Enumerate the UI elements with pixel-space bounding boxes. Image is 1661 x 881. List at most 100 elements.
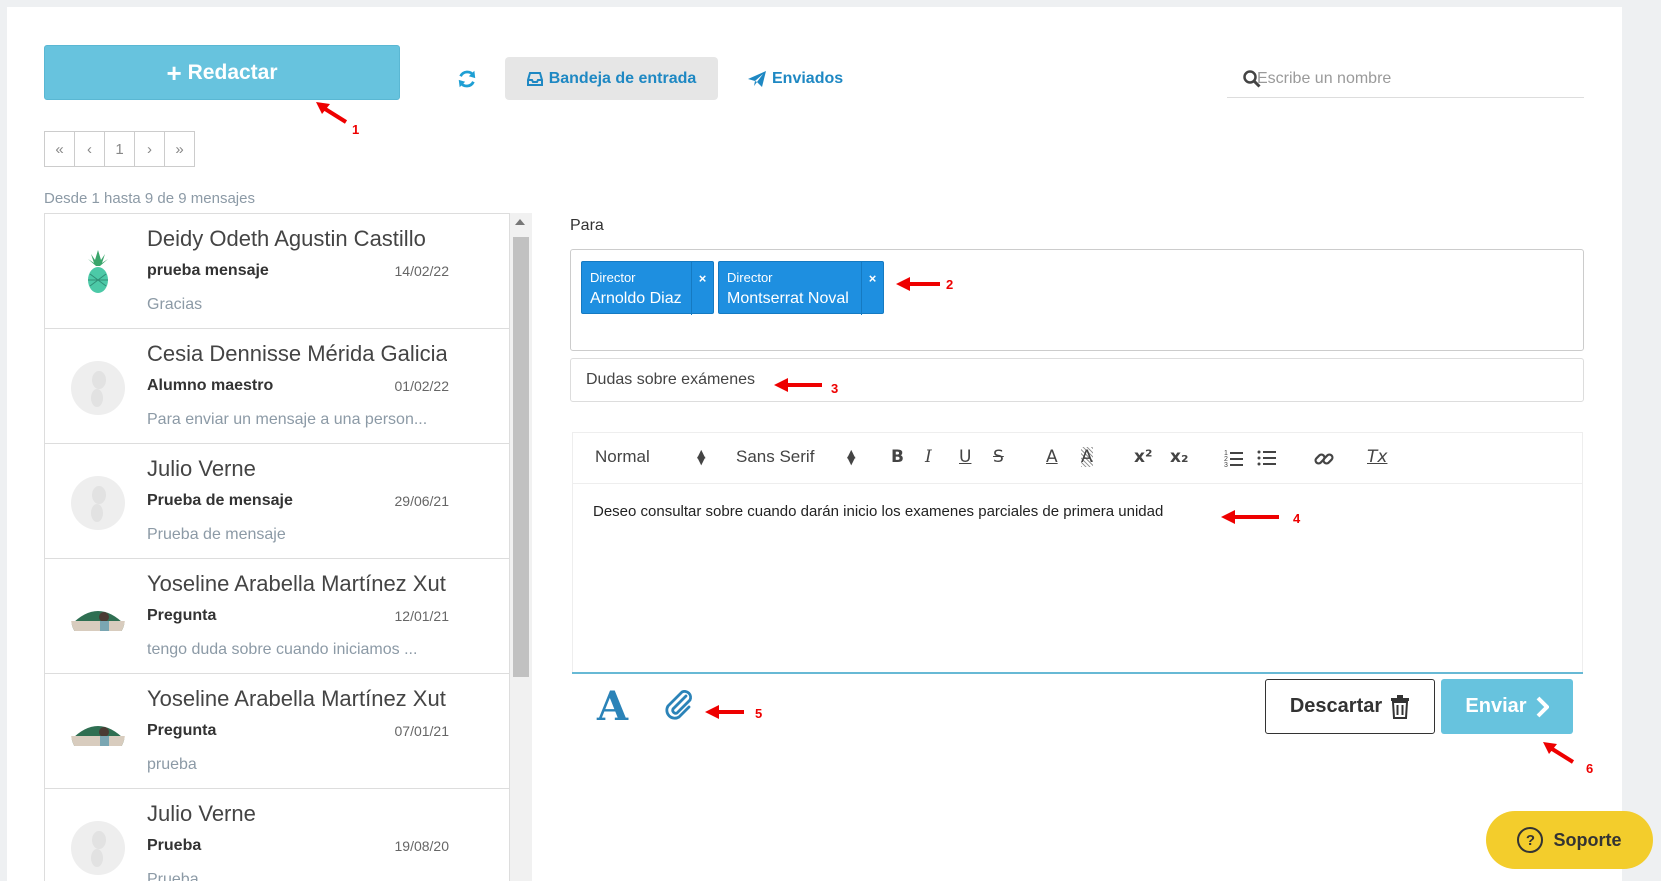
annotation-number: 4 (1293, 511, 1301, 526)
tab-sent-label: Enviados (772, 69, 844, 87)
annotation-arrow-icon (705, 705, 744, 719)
list-item[interactable]: Yoseline Arabella Martínez Xutuc Pregunt… (45, 559, 509, 674)
message-date: 29/06/21 (394, 493, 450, 509)
font-select-value: Sans Serif (736, 447, 815, 466)
clear-format-button[interactable]: Tx (1367, 447, 1387, 467)
discard-label: Descartar (1289, 695, 1383, 717)
chevron-right-icon (1536, 696, 1549, 717)
bold-button[interactable]: B (891, 447, 904, 467)
pagination: « ‹ 1 › » (44, 131, 195, 167)
message-date: 19/08/20 (394, 838, 450, 854)
tab-inbox[interactable]: Bandeja de entrada (505, 57, 718, 100)
support-button[interactable]: ? Soporte (1486, 811, 1653, 869)
avatar (71, 706, 125, 760)
remove-recipient-button[interactable]: × (861, 262, 883, 315)
svg-text:3: 3 (1224, 462, 1228, 468)
ordered-list-icon[interactable]: 1 2 3 (1224, 448, 1244, 468)
bullet-list-icon[interactable] (1257, 448, 1277, 468)
default-avatar-icon (91, 371, 106, 407)
plus-icon: + (166, 57, 182, 88)
annotation-number: 1 (352, 122, 360, 137)
list-item[interactable]: Julio Verne Prueba de mensaje 29/06/21 P… (45, 444, 509, 559)
sender-name: Yoseline Arabella Martínez Xutuc (147, 571, 447, 596)
strike-button[interactable]: S (993, 447, 1004, 467)
message-preview: Prueba (147, 871, 199, 881)
annotation-number: 3 (831, 381, 839, 396)
attach-icon[interactable] (662, 688, 696, 722)
remove-recipient-button[interactable]: × (691, 262, 713, 315)
italic-button[interactable]: I (925, 447, 932, 467)
sender-name: Julio Verne (147, 801, 256, 826)
list-item[interactable]: Yoseline Arabella Martínez Xutuc Pregunt… (45, 674, 509, 789)
default-avatar-icon (91, 831, 106, 867)
message-subject: Pregunta (147, 607, 217, 624)
photo-avatar (71, 726, 125, 746)
trash-icon (1391, 694, 1410, 719)
message-count: Desde 1 hasta 9 de 9 mensajes (44, 190, 255, 207)
discard-button[interactable]: Descartar (1265, 679, 1435, 734)
avatar (71, 361, 125, 415)
page-number-button[interactable]: 1 (104, 131, 135, 167)
to-label: Para (570, 217, 604, 234)
paper-plane-icon (748, 70, 766, 87)
background-color-button[interactable]: A (1081, 447, 1093, 467)
sender-name: Yoseline Arabella Martínez Xutuc (147, 686, 447, 711)
list-item[interactable]: Julio Verne Prueba 19/08/20 Prueba (45, 789, 509, 881)
refresh-icon[interactable] (456, 68, 478, 90)
page-next-button[interactable]: › (134, 131, 165, 167)
list-item[interactable]: Cesia Dennisse Mérida Galicia Alumno mae… (45, 329, 509, 444)
annotation-arrow-icon (316, 102, 348, 124)
avatar (71, 821, 125, 875)
subject-input[interactable] (570, 358, 1584, 402)
editor-body[interactable]: Deseo consultar sobre cuando darán inici… (593, 503, 1163, 520)
inbox-icon (526, 71, 543, 86)
superscript-button[interactable]: x² (1134, 447, 1152, 467)
size-select[interactable]: Normal ▲ ▼ (595, 447, 705, 467)
annotation-arrow-icon (1543, 742, 1575, 764)
annotation-number: 5 (755, 706, 763, 721)
send-button[interactable]: Enviar (1441, 679, 1573, 734)
tab-inbox-label: Bandeja de entrada (548, 69, 697, 87)
sender-name: Julio Verne (147, 456, 256, 481)
recipients-field[interactable]: Director Arnoldo Diaz × Director Montser… (570, 249, 1584, 351)
message-date: 07/01/21 (394, 723, 450, 739)
text-format-icon[interactable]: A (597, 683, 628, 730)
search-input[interactable] (1257, 69, 1547, 88)
page-last-button[interactable]: » (164, 131, 195, 167)
default-avatar-icon (91, 486, 106, 522)
page-first-button[interactable]: « (44, 131, 75, 167)
tab-sent[interactable]: Enviados (748, 57, 843, 100)
scroll-up-icon[interactable] (515, 219, 525, 225)
annotation-arrow-icon (1221, 510, 1279, 524)
message-preview: Para enviar un mensaje a una person... (147, 411, 428, 428)
annotation-arrow-icon (774, 378, 822, 392)
text-color-button[interactable]: A (1046, 447, 1058, 467)
compose-button[interactable]: + Redactar (44, 45, 400, 100)
subscript-button[interactable]: x₂ (1170, 447, 1188, 467)
underline-button[interactable]: U (959, 447, 971, 467)
list-item[interactable]: Deidy Odeth Agustin Castillo prueba mens… (45, 214, 509, 329)
compose-label: Redactar (187, 60, 278, 84)
recipient-role: Director (590, 270, 636, 285)
message-date: 01/02/22 (394, 378, 450, 394)
sender-name: Cesia Dennisse Mérida Galicia (147, 341, 447, 366)
scrollbar-thumb[interactable] (513, 237, 529, 677)
message-preview: Prueba de mensaje (147, 526, 286, 543)
recipient-chip: Director Montserrat Noval × (718, 261, 884, 315)
editor-toolbar: Normal ▲ ▼ Sans Serif ▲ ▼ B I U S A A x² x… (573, 433, 1582, 484)
support-label: Soporte (1553, 829, 1622, 850)
page-prev-button[interactable]: ‹ (74, 131, 105, 167)
message-preview: tengo duda sobre cuando iniciamos ... (147, 641, 418, 658)
message-subject: Alumno maestro (147, 377, 274, 394)
send-label: Enviar (1465, 695, 1527, 717)
select-arrows-icon: ▲ ▼ (847, 447, 856, 467)
message-subject: prueba mensaje (147, 262, 269, 279)
link-icon[interactable] (1313, 448, 1335, 470)
size-select-value: Normal (595, 447, 650, 466)
annotation-number: 6 (1586, 761, 1594, 776)
message-subject: Prueba (147, 837, 202, 854)
font-select[interactable]: Sans Serif ▲ ▼ (736, 447, 855, 467)
sender-name: Deidy Odeth Agustin Castillo (147, 226, 426, 251)
avatar (71, 591, 125, 645)
message-subject: Prueba de mensaje (147, 492, 293, 509)
